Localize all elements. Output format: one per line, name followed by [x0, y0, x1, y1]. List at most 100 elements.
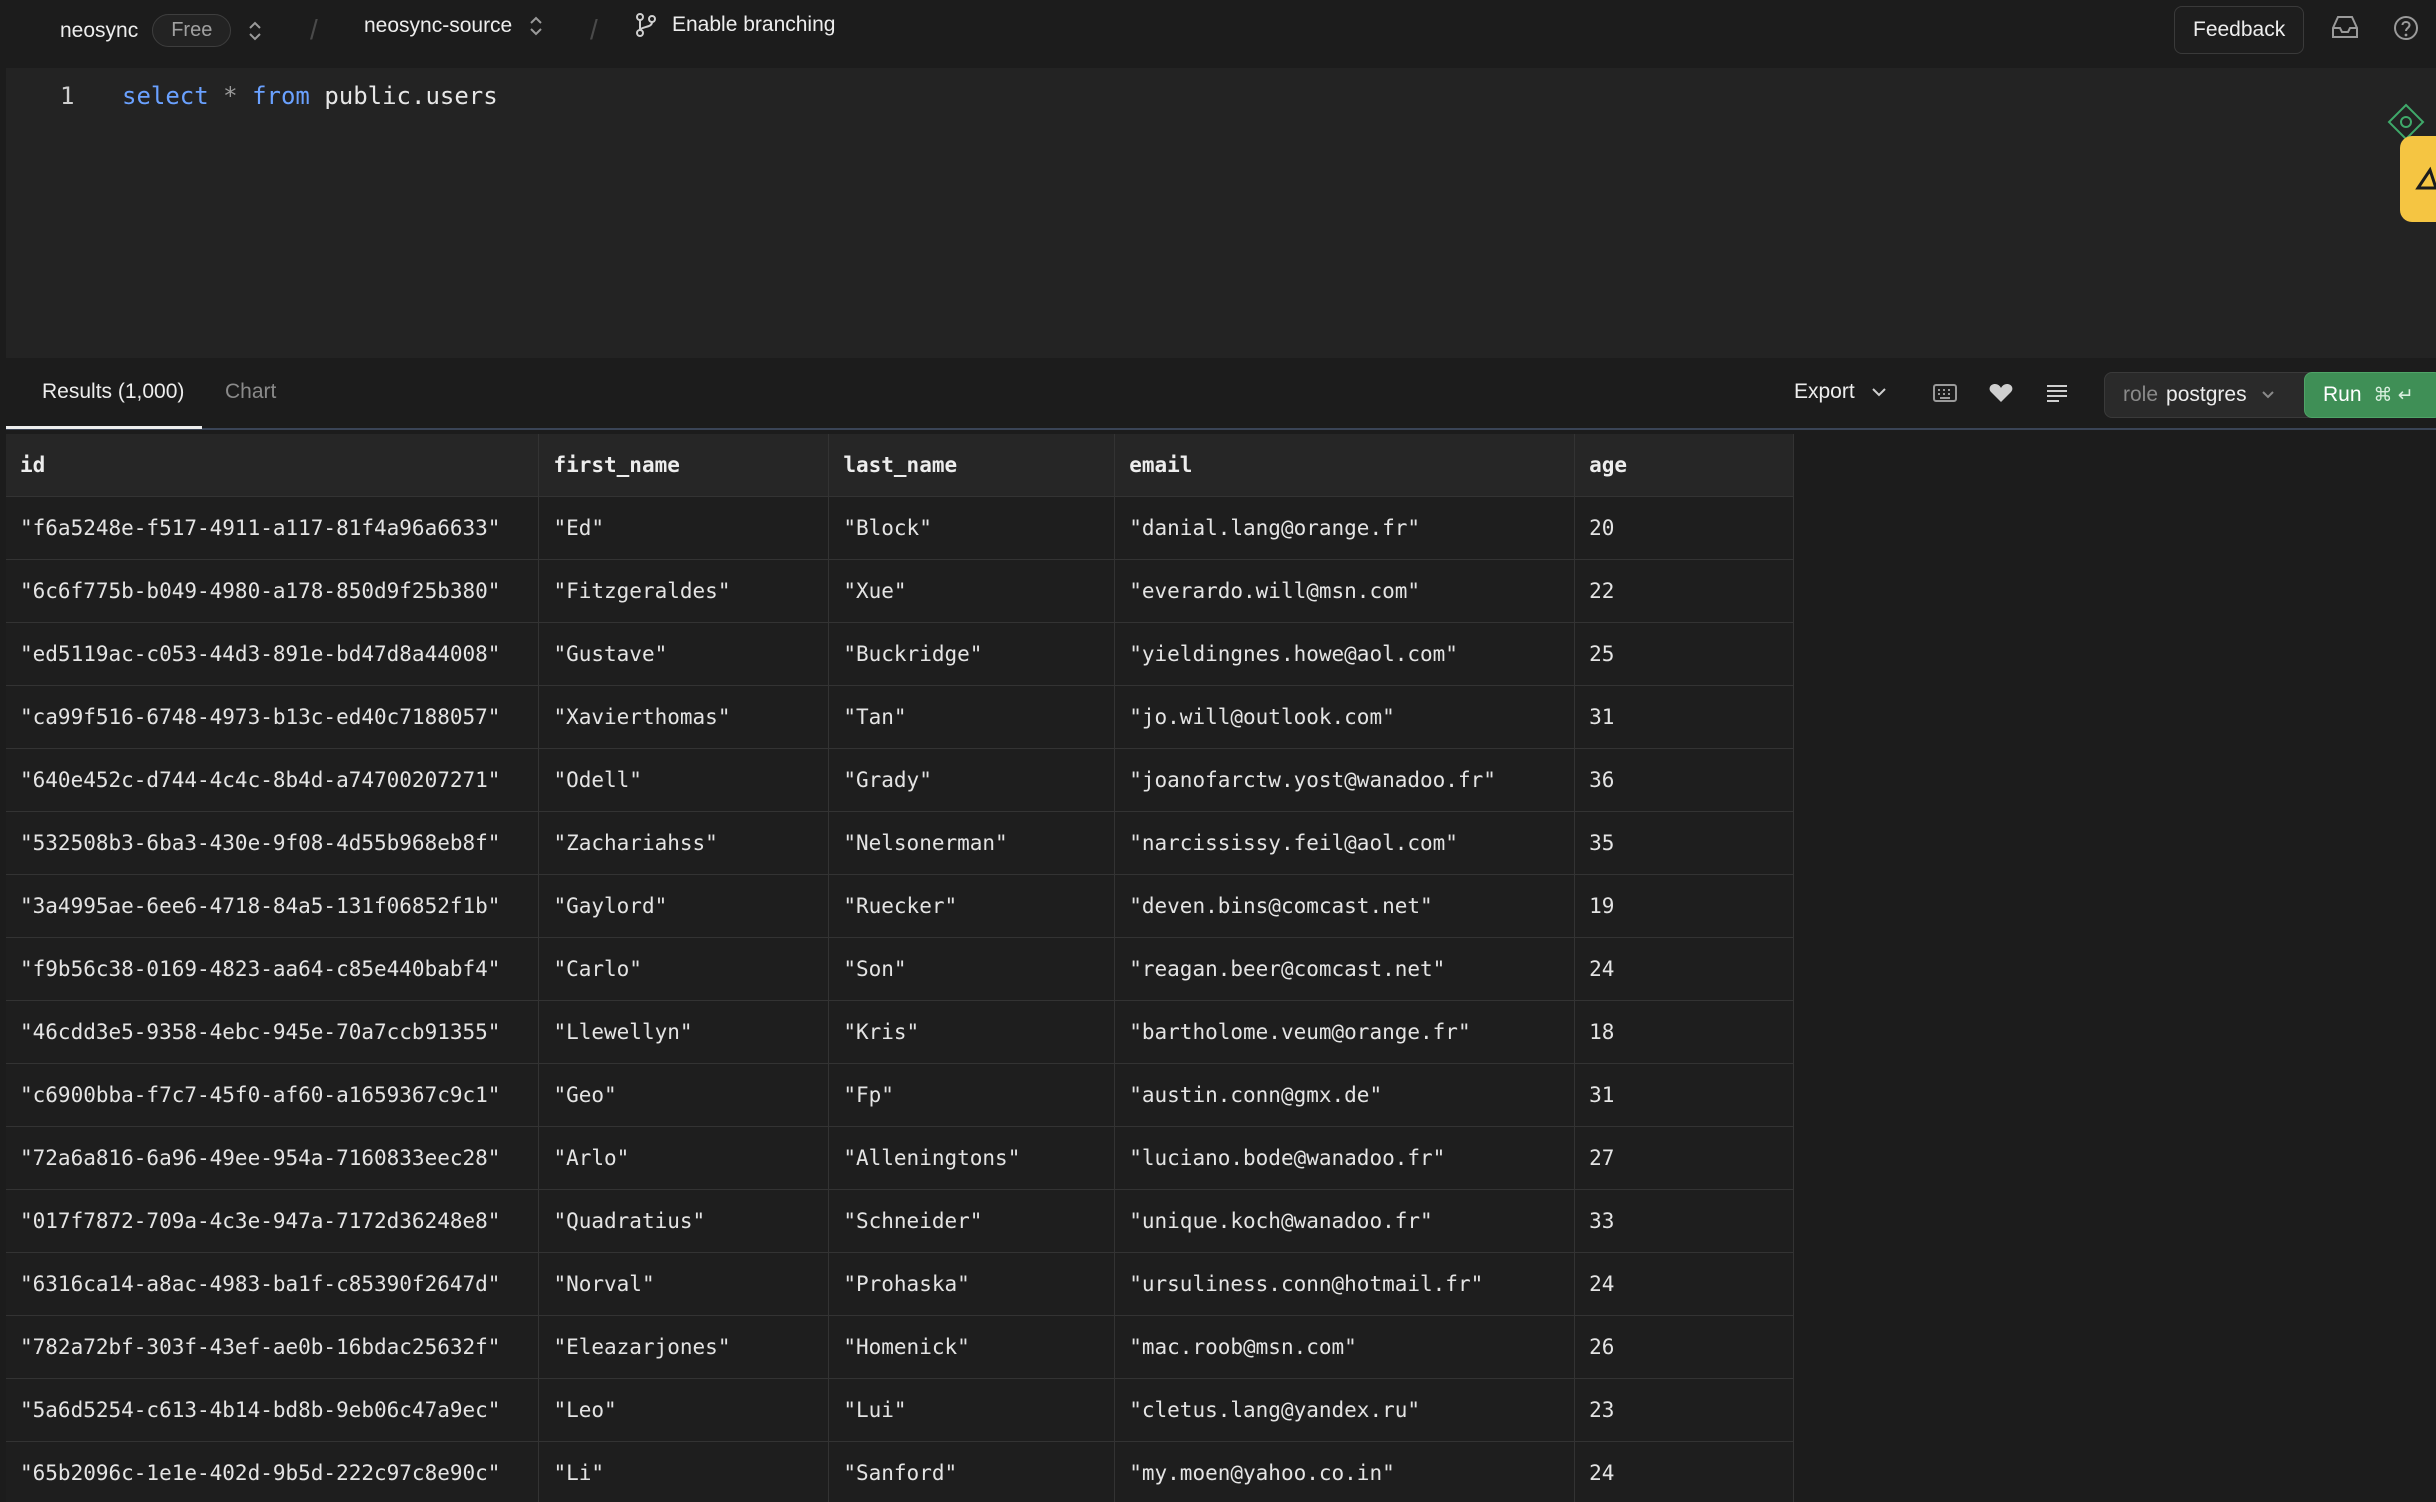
cell-email[interactable]: "luciano.bode@wanadoo.fr": [1114, 1126, 1576, 1190]
cell-id[interactable]: "5a6d5254-c613-4b14-bd8b-9eb06c47a9ec": [6, 1378, 540, 1442]
cell-first-name[interactable]: "Norval": [538, 1252, 830, 1316]
table-row[interactable]: "5a6d5254-c613-4b14-bd8b-9eb06c47a9ec" "L…: [6, 1378, 1794, 1442]
table-row[interactable]: "f6a5248e-f517-4911-a117-81f4a96a6633" "E…: [6, 496, 1794, 560]
cell-last-name[interactable]: "Block": [828, 496, 1116, 560]
cell-first-name[interactable]: "Gaylord": [538, 874, 830, 938]
chevron-updown-icon[interactable]: [528, 14, 544, 38]
column-header-last-name[interactable]: last_name: [828, 434, 1116, 497]
table-row[interactable]: "3a4995ae-6ee6-4718-84a5-131f06852f1b" "G…: [6, 874, 1794, 938]
cell-last-name[interactable]: "Ruecker": [828, 874, 1116, 938]
column-header-first-name[interactable]: first_name: [538, 434, 830, 497]
cell-age[interactable]: 19: [1574, 874, 1794, 938]
enable-branching-button[interactable]: Enable branching: [634, 12, 835, 38]
table-row[interactable]: "532508b3-6ba3-430e-9f08-4d55b968eb8f" "Z…: [6, 811, 1794, 875]
cell-email[interactable]: "everardo.will@msn.com": [1114, 559, 1576, 623]
run-button[interactable]: Run ⌘ ↵: [2304, 372, 2436, 418]
sql-editor[interactable]: 1 select * from public.users: [6, 68, 2436, 358]
cell-last-name[interactable]: "Buckridge": [828, 622, 1116, 686]
cell-first-name[interactable]: "Ed": [538, 496, 830, 560]
column-header-id[interactable]: id: [6, 434, 540, 497]
cell-id[interactable]: "640e452c-d744-4c4c-8b4d-a74700207271": [6, 748, 540, 812]
cell-email[interactable]: "deven.bins@comcast.net": [1114, 874, 1576, 938]
table-row[interactable]: "6c6f775b-b049-4980-a178-850d9f25b380" "F…: [6, 559, 1794, 623]
cell-age[interactable]: 25: [1574, 622, 1794, 686]
cell-age[interactable]: 31: [1574, 1063, 1794, 1127]
cell-id[interactable]: "3a4995ae-6ee6-4718-84a5-131f06852f1b": [6, 874, 540, 938]
cell-first-name[interactable]: "Arlo": [538, 1126, 830, 1190]
cell-id[interactable]: "c6900bba-f7c7-45f0-af60-a1659367c9c1": [6, 1063, 540, 1127]
cell-last-name[interactable]: "Alleningtons": [828, 1126, 1116, 1190]
cell-id[interactable]: "6c6f775b-b049-4980-a178-850d9f25b380": [6, 559, 540, 623]
cell-last-name[interactable]: "Prohaska": [828, 1252, 1116, 1316]
tab-results[interactable]: Results (1,000): [42, 380, 184, 404]
assistant-side-tab[interactable]: [2400, 136, 2436, 222]
table-row[interactable]: "72a6a816-6a96-49ee-954a-7160833eec28" "A…: [6, 1126, 1794, 1190]
cell-email[interactable]: "danial.lang@orange.fr": [1114, 496, 1576, 560]
table-row[interactable]: "782a72bf-303f-43ef-ae0b-16bdac25632f" "E…: [6, 1315, 1794, 1379]
cell-email[interactable]: "jo.will@outlook.com": [1114, 685, 1576, 749]
keyboard-icon[interactable]: [1932, 382, 1958, 409]
cell-email[interactable]: "mac.roob@msn.com": [1114, 1315, 1576, 1379]
table-row[interactable]: "640e452c-d744-4c4c-8b4d-a74700207271" "O…: [6, 748, 1794, 812]
cell-last-name[interactable]: "Kris": [828, 1000, 1116, 1064]
cell-id[interactable]: "f6a5248e-f517-4911-a117-81f4a96a6633": [6, 496, 540, 560]
cell-email[interactable]: "ursuliness.conn@hotmail.fr": [1114, 1252, 1576, 1316]
cell-id[interactable]: "ca99f516-6748-4973-b13c-ed40c7188057": [6, 685, 540, 749]
cell-email[interactable]: "reagan.beer@comcast.net": [1114, 937, 1576, 1001]
cell-first-name[interactable]: "Quadratius": [538, 1189, 830, 1253]
table-row[interactable]: "ed5119ac-c053-44d3-891e-bd47d8a44008" "G…: [6, 622, 1794, 686]
cell-first-name[interactable]: "Xavierthomas": [538, 685, 830, 749]
cell-first-name[interactable]: "Li": [538, 1441, 830, 1502]
cell-age[interactable]: 26: [1574, 1315, 1794, 1379]
cell-id[interactable]: "6316ca14-a8ac-4983-ba1f-c85390f2647d": [6, 1252, 540, 1316]
cell-id[interactable]: "782a72bf-303f-43ef-ae0b-16bdac25632f": [6, 1315, 540, 1379]
cell-age[interactable]: 35: [1574, 811, 1794, 875]
table-row[interactable]: "f9b56c38-0169-4823-aa64-c85e440babf4" "C…: [6, 937, 1794, 1001]
cell-age[interactable]: 24: [1574, 937, 1794, 1001]
results-grid[interactable]: id first_name last_name email age "f6a52…: [6, 434, 1794, 1502]
cell-last-name[interactable]: "Homenick": [828, 1315, 1116, 1379]
export-button[interactable]: Export: [1794, 380, 1887, 404]
inbox-icon[interactable]: [2330, 14, 2360, 45]
cell-age[interactable]: 33: [1574, 1189, 1794, 1253]
column-header-email[interactable]: email: [1114, 434, 1576, 497]
table-row[interactable]: "017f7872-709a-4c3e-947a-7172d36248e8" "Q…: [6, 1189, 1794, 1253]
cell-age[interactable]: 31: [1574, 685, 1794, 749]
cell-id[interactable]: "65b2096c-1e1e-402d-9b5d-222c97c8e90c": [6, 1441, 540, 1502]
cell-last-name[interactable]: "Grady": [828, 748, 1116, 812]
cell-first-name[interactable]: "Leo": [538, 1378, 830, 1442]
cell-first-name[interactable]: "Odell": [538, 748, 830, 812]
cell-first-name[interactable]: "Gustave": [538, 622, 830, 686]
cell-first-name[interactable]: "Zachariahss": [538, 811, 830, 875]
cell-first-name[interactable]: "Llewellyn": [538, 1000, 830, 1064]
table-row[interactable]: "46cdd3e5-9358-4ebc-945e-70a7ccb91355" "L…: [6, 1000, 1794, 1064]
cell-age[interactable]: 24: [1574, 1252, 1794, 1316]
cell-last-name[interactable]: "Lui": [828, 1378, 1116, 1442]
feedback-button[interactable]: Feedback: [2174, 6, 2305, 54]
cell-last-name[interactable]: "Fp": [828, 1063, 1116, 1127]
cell-last-name[interactable]: "Sanford": [828, 1441, 1116, 1502]
cell-age[interactable]: 27: [1574, 1126, 1794, 1190]
cell-email[interactable]: "narcississy.feil@aol.com": [1114, 811, 1576, 875]
cell-id[interactable]: "532508b3-6ba3-430e-9f08-4d55b968eb8f": [6, 811, 540, 875]
cell-email[interactable]: "cletus.lang@yandex.ru": [1114, 1378, 1576, 1442]
cell-last-name[interactable]: "Schneider": [828, 1189, 1116, 1253]
cell-email[interactable]: "my.moen@yahoo.co.in": [1114, 1441, 1576, 1502]
role-select[interactable]: role postgres: [2104, 372, 2310, 418]
project-switcher[interactable]: neosync-source: [364, 14, 544, 38]
cell-email[interactable]: "joanofarctw.yost@wanadoo.fr": [1114, 748, 1576, 812]
table-row[interactable]: "ca99f516-6748-4973-b13c-ed40c7188057" "X…: [6, 685, 1794, 749]
cell-id[interactable]: "f9b56c38-0169-4823-aa64-c85e440babf4": [6, 937, 540, 1001]
cell-first-name[interactable]: "Fitzgeraldes": [538, 559, 830, 623]
cell-age[interactable]: 23: [1574, 1378, 1794, 1442]
table-row[interactable]: "6316ca14-a8ac-4983-ba1f-c85390f2647d" "N…: [6, 1252, 1794, 1316]
chevron-updown-icon[interactable]: [247, 19, 263, 43]
cell-age[interactable]: 22: [1574, 559, 1794, 623]
cell-last-name[interactable]: "Xue": [828, 559, 1116, 623]
cell-id[interactable]: "017f7872-709a-4c3e-947a-7172d36248e8": [6, 1189, 540, 1253]
text-align-icon[interactable]: [2044, 382, 2070, 409]
cell-id[interactable]: "72a6a816-6a96-49ee-954a-7160833eec28": [6, 1126, 540, 1190]
cell-email[interactable]: "austin.conn@gmx.de": [1114, 1063, 1576, 1127]
cell-email[interactable]: "yieldingnes.howe@aol.com": [1114, 622, 1576, 686]
table-row[interactable]: "65b2096c-1e1e-402d-9b5d-222c97c8e90c" "L…: [6, 1441, 1794, 1502]
